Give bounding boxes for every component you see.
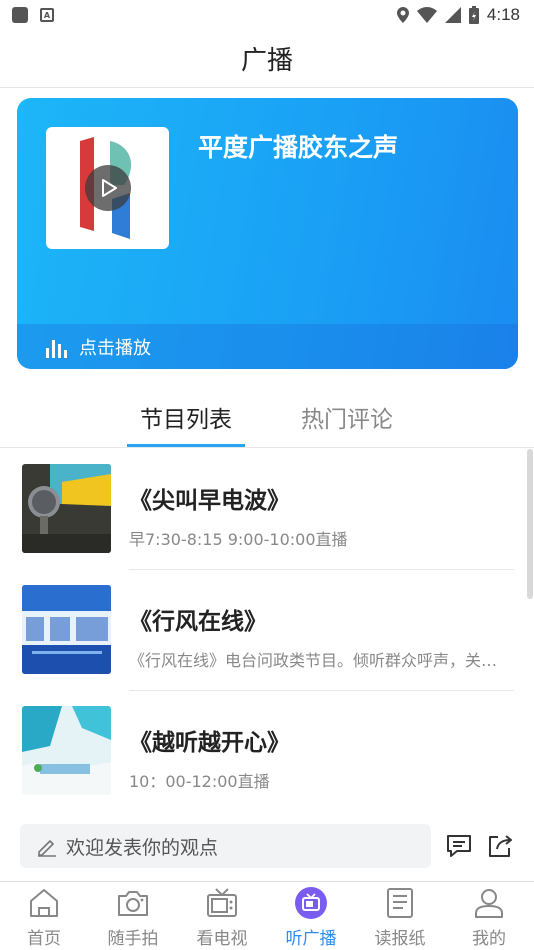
comment-input[interactable]: 欢迎发表你的观点 xyxy=(20,824,431,868)
tab-bar: 节目列表 热门评论 xyxy=(0,378,534,448)
nav-label: 听广播 xyxy=(285,929,337,949)
program-title: 《行风在线》 xyxy=(129,609,267,635)
list-scrollbar[interactable] xyxy=(527,449,533,599)
status-bar: A 4:18 xyxy=(0,0,534,30)
nav-label: 看电视 xyxy=(196,929,248,949)
comments-icon[interactable] xyxy=(445,832,473,860)
nav-home[interactable]: 首页 xyxy=(4,886,84,949)
keyboard-icon: A xyxy=(40,8,54,22)
nav-me[interactable]: 我的 xyxy=(449,886,529,949)
list-item[interactable]: 《越听越开心》 10：00-12:00直播 xyxy=(0,691,514,812)
nav-tv[interactable]: 看电视 xyxy=(182,886,262,949)
play-label: 点击播放 xyxy=(79,337,151,359)
tab-hot-comments[interactable]: 热门评论 xyxy=(301,400,393,434)
newspaper-icon xyxy=(387,888,413,918)
nav-newspaper[interactable]: 读报纸 xyxy=(360,886,440,949)
title-bar: 广播 xyxy=(0,30,534,88)
hero-card[interactable]: 平度广播胶东之声 点击播放 xyxy=(17,98,518,369)
page-title: 广播 xyxy=(240,46,293,76)
program-title: 《越听越开心》 xyxy=(129,730,290,756)
audio-bars-icon xyxy=(46,339,67,358)
nav-label: 随手拍 xyxy=(107,929,159,949)
location-icon xyxy=(396,7,409,23)
nav-label: 首页 xyxy=(27,929,61,949)
battery-icon xyxy=(468,6,479,24)
nav-snap[interactable]: 随手拍 xyxy=(93,886,173,949)
signal-icon xyxy=(444,7,461,23)
tab-program-list[interactable]: 节目列表 xyxy=(140,400,232,434)
nav-label: 我的 xyxy=(472,929,506,949)
clock: 4:18 xyxy=(486,5,520,24)
station-name: 平度广播胶东之声 xyxy=(198,133,399,162)
program-thumbnail xyxy=(22,585,111,674)
notification-icon xyxy=(12,7,28,23)
program-desc: 《行风在线》电台问政类节目。倾听群众呼声，关注民生热点 xyxy=(129,651,501,670)
comment-bar: 欢迎发表你的观点 xyxy=(0,824,534,870)
station-cover[interactable] xyxy=(46,127,169,249)
nav-label: 读报纸 xyxy=(374,929,426,949)
home-icon xyxy=(30,889,58,917)
pencil-icon xyxy=(38,840,56,857)
radio-icon xyxy=(295,887,327,919)
user-icon xyxy=(475,889,503,918)
program-thumbnail xyxy=(22,464,111,553)
play-bar[interactable]: 点击播放 xyxy=(17,324,518,369)
sky-banner-thumb-icon xyxy=(22,706,111,795)
program-desc: 10：00-12:00直播 xyxy=(129,772,270,791)
program-title: 《尖叫早电波》 xyxy=(129,488,290,514)
camera-icon xyxy=(118,891,148,916)
active-tab-indicator xyxy=(127,444,245,447)
play-button[interactable] xyxy=(85,165,131,211)
nav-radio[interactable]: 听广播 xyxy=(271,886,351,949)
share-icon[interactable] xyxy=(486,832,514,860)
bottom-nav: 首页 随手拍 看电视 听广播 读报纸 我的 xyxy=(0,881,534,950)
list-item[interactable]: 《行风在线》 《行风在线》电台问政类节目。倾听群众呼声，关注民生热点 xyxy=(0,570,514,691)
list-item[interactable]: 《尖叫早电波》 早7:30-8:15 9:00-10:00直播 xyxy=(0,449,514,570)
tv-icon xyxy=(207,888,237,917)
play-icon xyxy=(102,179,117,197)
comment-placeholder: 欢迎发表你的观点 xyxy=(66,836,219,859)
program-thumbnail xyxy=(22,706,111,795)
blue-banner-thumb-icon xyxy=(22,585,111,674)
program-desc: 早7:30-8:15 9:00-10:00直播 xyxy=(129,530,348,549)
wifi-icon xyxy=(416,7,437,23)
microphone-thumb-icon xyxy=(22,464,111,553)
